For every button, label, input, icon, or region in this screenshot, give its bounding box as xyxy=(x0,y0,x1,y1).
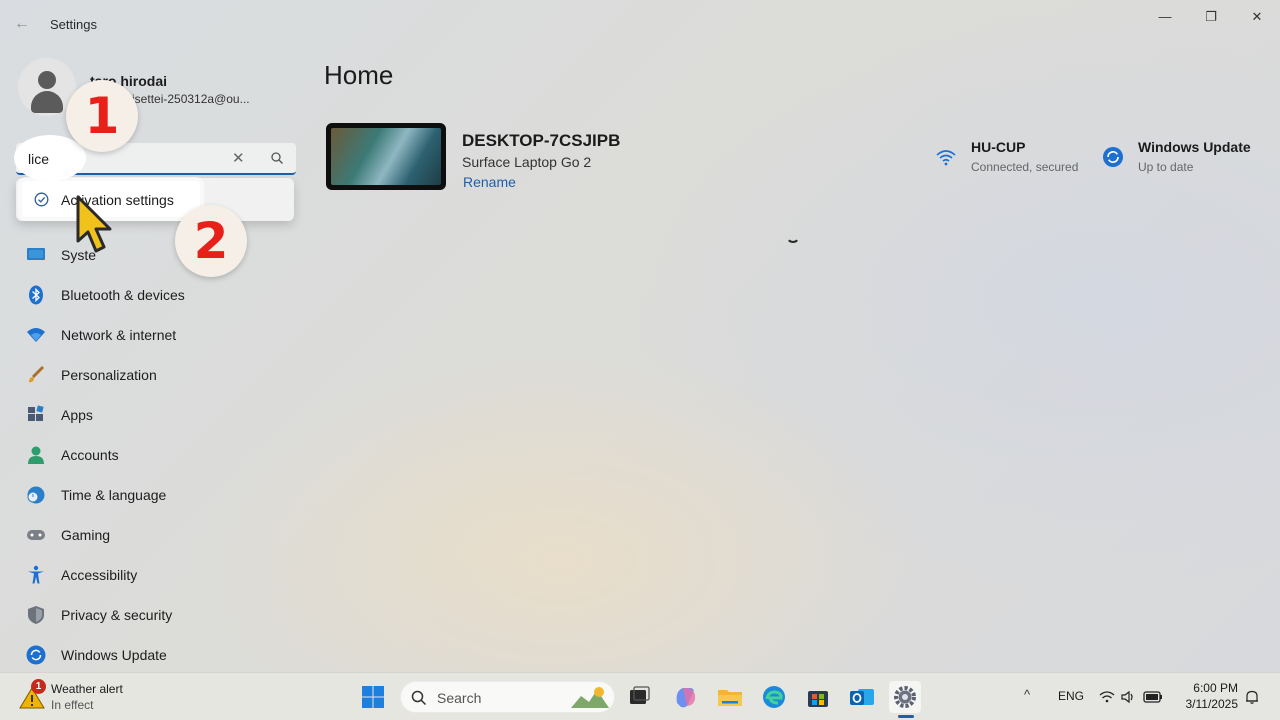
sidebar-item-accessibility[interactable]: Accessibility xyxy=(16,556,296,592)
minimize-button[interactable]: — xyxy=(1142,6,1188,28)
taskbar-search[interactable]: Search xyxy=(400,681,615,713)
windows-update-state: Up to date xyxy=(1138,160,1194,174)
microsoft-store-icon[interactable] xyxy=(802,681,834,713)
window-title: Settings xyxy=(50,17,97,32)
taskbar-search-label: Search xyxy=(437,690,482,706)
sidebar-item-label: Apps xyxy=(61,407,93,423)
sidebar-item-label: Accounts xyxy=(61,447,119,463)
sidebar-item-label: Privacy & security xyxy=(61,607,173,623)
maximize-button[interactable]: ❐ xyxy=(1188,6,1234,28)
sidebar-item-label: Accessibility xyxy=(61,567,138,583)
notification-bell-icon[interactable] xyxy=(1244,689,1260,705)
clear-search-icon[interactable]: ✕ xyxy=(232,149,245,167)
step-2-badge: 2 xyxy=(175,205,247,277)
volume-tray-icon xyxy=(1121,690,1133,704)
search-suggestions: Activation settings xyxy=(16,178,294,221)
search-value: lice xyxy=(28,151,50,167)
sidebar-item-bluetooth[interactable]: Bluetooth & devices xyxy=(16,276,296,312)
sidebar-item-accounts[interactable]: Accounts xyxy=(16,436,296,472)
task-view-icon[interactable] xyxy=(623,681,655,713)
weather-title: Weather alert xyxy=(51,682,123,696)
sidebar-item-label: Bluetooth & devices xyxy=(61,287,185,303)
clock-date[interactable]: 3/11/2025 xyxy=(1176,697,1239,711)
weather-alert-count: 1 xyxy=(31,679,46,694)
sidebar-item-network[interactable]: Network & internet xyxy=(16,316,296,352)
check-circle-icon xyxy=(34,192,49,207)
wifi-icon xyxy=(936,150,956,166)
copilot-icon[interactable] xyxy=(669,681,701,713)
page-title: Home xyxy=(324,60,394,90)
taskbar: 1 Weather alert In effect Search ^ ENG 6… xyxy=(0,672,1280,720)
input-language[interactable]: ENG xyxy=(1058,689,1084,703)
show-hidden-icons-chevron-icon[interactable]: ^ xyxy=(1024,687,1030,702)
active-app-indicator xyxy=(898,715,914,718)
battery-tray-icon xyxy=(1143,691,1162,703)
sidebar-item-time-language[interactable]: Time & language xyxy=(16,476,296,512)
rename-link[interactable]: Rename xyxy=(463,174,516,190)
windows-update-title: Windows Update xyxy=(1138,139,1251,155)
weather-widget[interactable]: 1 Weather alert In effect xyxy=(18,679,168,715)
file-explorer-icon[interactable] xyxy=(714,681,746,713)
loading-spinner-icon xyxy=(786,229,800,243)
back-button[interactable]: ← xyxy=(14,14,36,34)
gamepad-icon xyxy=(27,530,45,540)
accessibility-icon xyxy=(28,565,44,584)
wifi-connection-status: Connected, secured xyxy=(971,160,1079,174)
settings-gear-icon[interactable] xyxy=(889,681,921,713)
apps-icon xyxy=(28,405,44,421)
sidebar-item-windows-update[interactable]: Windows Update xyxy=(16,636,296,672)
outlook-icon[interactable] xyxy=(846,681,878,713)
sidebar-item-label: Network & internet xyxy=(61,327,177,343)
close-button[interactable]: ✕ xyxy=(1234,6,1280,28)
step-1-badge: 1 xyxy=(66,80,138,152)
edge-browser-icon[interactable] xyxy=(758,681,790,713)
brush-icon xyxy=(29,365,45,383)
wifi-tray-icon xyxy=(1099,691,1115,703)
sidebar-item-label: Gaming xyxy=(61,527,111,543)
sidebar-item-system[interactable]: Syste xyxy=(16,236,296,272)
search-icon xyxy=(411,690,427,706)
network-icon xyxy=(27,328,45,342)
globe-clock-icon xyxy=(27,486,45,504)
device-thumbnail xyxy=(326,123,446,190)
quick-settings-tray[interactable] xyxy=(1098,687,1168,707)
search-icon[interactable] xyxy=(270,151,284,165)
start-windows-icon[interactable] xyxy=(357,681,389,713)
clock-time[interactable]: 6:00 PM xyxy=(1192,681,1238,695)
sidebar-item-personalization[interactable]: Personalization xyxy=(16,356,296,392)
sidebar-item-privacy[interactable]: Privacy & security xyxy=(16,596,296,632)
mouse-pointer-icon xyxy=(76,195,112,253)
wifi-status[interactable]: HU-CUP Connected, secured xyxy=(935,138,1095,178)
sidebar-item-label: Windows Update xyxy=(61,647,167,663)
windows-update-status[interactable]: Windows Update Up to date xyxy=(1102,138,1272,178)
title-bar: ← Settings — ❐ ✕ xyxy=(0,0,1280,48)
device-model: Surface Laptop Go 2 xyxy=(462,154,592,170)
search-highlight-annotation xyxy=(14,135,86,181)
user-profile[interactable]: taro hirodai oc-shokisettei-250312a@ou..… xyxy=(18,58,298,122)
weather-subtitle: In effect xyxy=(51,698,94,712)
sidebar-item-gaming[interactable]: Gaming xyxy=(16,516,296,552)
system-icon xyxy=(27,248,45,260)
bluetooth-icon xyxy=(29,285,43,305)
sidebar-item-label: Time & language xyxy=(61,487,167,503)
sidebar-item-label: Personalization xyxy=(61,367,157,383)
update-icon xyxy=(1103,147,1123,167)
wifi-network-name: HU-CUP xyxy=(971,139,1026,155)
shield-icon xyxy=(28,606,44,624)
update-icon xyxy=(26,645,46,665)
device-name: DESKTOP-7CSJIPB xyxy=(462,131,621,150)
accounts-icon xyxy=(28,446,44,464)
search-highlight-art-icon xyxy=(571,687,609,708)
sidebar-item-apps[interactable]: Apps xyxy=(16,396,296,432)
